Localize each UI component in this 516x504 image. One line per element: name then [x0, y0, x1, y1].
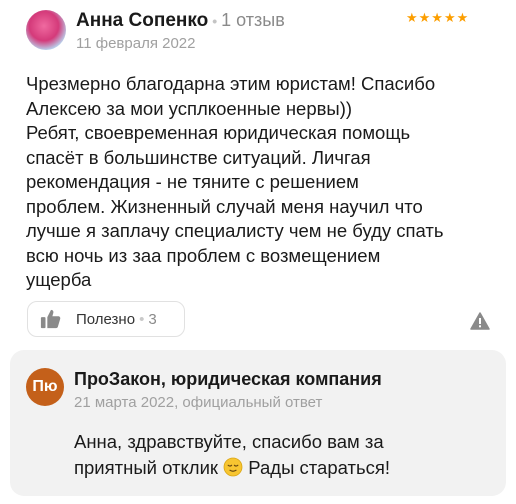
separator-dot: •	[212, 13, 218, 29]
helpful-label: Полезно	[76, 310, 136, 328]
reply-text-line: Анна, здравствуйте, спасибо вам за	[74, 431, 384, 452]
reply-meta: 21 марта 2022, официальный ответ	[74, 394, 323, 411]
reply-text-part: приятный отклик	[74, 457, 218, 478]
relieved-face-emoji	[223, 457, 243, 477]
helpful-button[interactable]: Полезно • 3	[27, 301, 185, 337]
thumb-up-icon	[40, 309, 61, 329]
review-text-line: рекомендация - не тяните с решением	[26, 171, 359, 192]
review-text-line: всю ночь из заа проблем с возмещением	[26, 244, 381, 266]
reply-text-part: Рады стараться!	[248, 457, 391, 478]
author-header: Анна Сопенко • 1 отзыв	[76, 10, 285, 32]
company-reply: Пю ПроЗакон, юридическая компания 21 мар…	[10, 350, 506, 496]
author-avatar[interactable]	[26, 10, 66, 50]
review-text-line: проблем. Жизненный случай меня научил чт…	[26, 195, 423, 217]
reviews-count[interactable]: 1 отзыв	[221, 10, 285, 30]
review-text-line: Ребят, своевременная юридическая помощь	[26, 122, 411, 143]
review-text-line: лучше я заплачу специалисту чем не буду …	[26, 220, 444, 241]
review-text: Чрезмерно благодарна этим юристам! Спаси…	[26, 72, 496, 293]
company-name[interactable]: ПроЗакон, юридическая компания	[74, 369, 382, 390]
review-text-line: спасёт в большинстве ситуаций. Личгая	[26, 146, 371, 168]
company-avatar[interactable]: Пю	[26, 368, 64, 406]
review-date: 11 февраля 2022	[76, 35, 196, 52]
review-text-line: ущерба	[26, 269, 92, 290]
rating-stars: ★★★★★	[406, 10, 470, 25]
helpful-count-wrap: • 3	[139, 310, 157, 328]
review-text-line: Чрезмерно благодарна этим юристам! Спаси…	[26, 73, 436, 94]
report-warning-icon[interactable]	[470, 312, 490, 330]
helpful-count: 3	[148, 310, 157, 328]
author-name[interactable]: Анна Сопенко	[76, 10, 208, 31]
reply-text-line-2: приятный отклик Рады стараться!	[74, 455, 390, 481]
reply-text: Анна, здравствуйте, спасибо вам за прият…	[74, 429, 390, 481]
review-text-line: Алексею за мои усплкоенные нервы))	[26, 97, 353, 119]
